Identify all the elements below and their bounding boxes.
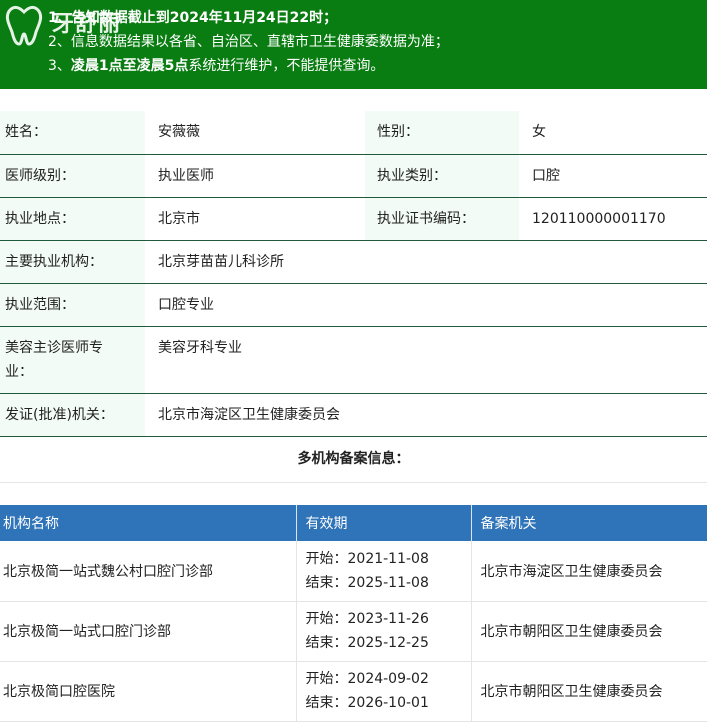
validity-period: 开始：2023-11-26 结束：2025-12-25 [296, 601, 472, 662]
org-name: 北京极简口腔医院 [0, 661, 297, 722]
category-label: 执业类别： [365, 154, 519, 198]
name-value: 安薇薇 [145, 111, 365, 155]
info-row: 执业地点： 北京市 执业证书编码： 120110000001170 [0, 197, 707, 241]
validity-period: 开始：2024-09-02 结束：2026-10-01 [296, 661, 472, 722]
multi-org-title: 多机构备案信息： [0, 435, 707, 483]
org-header-row: 机构名称 有效期 备案机关 [0, 505, 707, 541]
gender-label: 性别： [365, 111, 519, 155]
scope-value: 口腔专业 [145, 283, 707, 327]
institution-value: 北京芽苗苗儿科诊所 [145, 240, 707, 284]
name-label: 姓名： [0, 111, 145, 155]
header-authority: 备案机关 [471, 505, 707, 541]
info-row: 医师级别： 执业医师 执业类别： 口腔 [0, 154, 707, 198]
category-value: 口腔 [519, 154, 707, 198]
org-table: 机构名称 有效期 备案机关 北京极简一站式魏公村口腔门诊部 开始：2021-11… [0, 505, 707, 722]
scope-label: 执业范围： [0, 283, 145, 327]
validity-period: 开始：2021-11-08 结束：2025-11-08 [296, 541, 472, 602]
header-org-name: 机构名称 [0, 505, 297, 541]
end-date: 结束：2025-12-25 [305, 635, 429, 651]
level-label: 医师级别： [0, 154, 145, 198]
org-authority: 北京市海淀区卫生健康委员会 [471, 541, 707, 602]
brand-name: 牙舒丽 [52, 11, 122, 37]
start-date: 开始：2023-11-26 [305, 611, 429, 627]
issuer-value: 北京市海淀区卫生健康委员会 [145, 393, 707, 437]
org-name: 北京极简一站式魏公村口腔门诊部 [0, 541, 297, 602]
doctor-info-table: 姓名： 安薇薇 性别： 女 医师级别： 执业医师 执业类别： 口腔 执业地点： … [0, 111, 707, 437]
start-date: 开始：2021-11-08 [305, 550, 429, 567]
table-row: 北京极简一站式魏公村口腔门诊部 开始：2021-11-08 结束：2025-11-… [0, 541, 707, 602]
cosmetic-label: 美容主诊医师专业： [0, 326, 145, 394]
table-row: 北京极简口腔医院 开始：2024-09-02 结束：2026-10-01 北京市朝… [0, 661, 707, 722]
table-row: 北京极简一站式口腔门诊部 开始：2023-11-26 结束：2025-12-25 … [0, 601, 707, 662]
gender-value: 女 [519, 111, 707, 155]
info-row: 主要执业机构： 北京芽苗苗儿科诊所 [0, 240, 707, 284]
info-row: 发证(批准)机关： 北京市海淀区卫生健康委员会 [0, 393, 707, 437]
cert-value: 120110000001170 [519, 197, 707, 241]
level-value: 执业医师 [145, 154, 365, 198]
issuer-label: 发证(批准)机关： [0, 393, 145, 437]
cert-label: 执业证书编码： [365, 197, 519, 241]
logo: 牙舒丽 [0, 2, 140, 46]
cosmetic-value: 美容牙科专业 [145, 326, 707, 394]
notice-line-3: 3、凌晨1点至凌晨5点系统进行维护，不能提供查询。 [48, 58, 385, 74]
notice-banner: 1、告知数据截止到2024年11月24日22时； 2、信息数据结果以各省、自治区… [0, 0, 707, 89]
org-authority: 北京市朝阳区卫生健康委员会 [471, 601, 707, 662]
location-value: 北京市 [145, 197, 365, 241]
header-validity: 有效期 [296, 505, 472, 541]
institution-label: 主要执业机构： [0, 240, 145, 284]
org-authority: 北京市朝阳区卫生健康委员会 [471, 661, 707, 722]
end-date: 结束：2025-11-08 [305, 574, 429, 591]
end-date: 结束：2026-10-01 [305, 695, 429, 711]
info-row: 执业范围： 口腔专业 [0, 283, 707, 327]
org-name: 北京极简一站式口腔门诊部 [0, 601, 297, 662]
info-row: 姓名： 安薇薇 性别： 女 [0, 111, 707, 155]
tooth-icon [5, 5, 43, 46]
start-date: 开始：2024-09-02 [305, 671, 429, 687]
info-row: 美容主诊医师专业： 美容牙科专业 [0, 326, 707, 394]
location-label: 执业地点： [0, 197, 145, 241]
